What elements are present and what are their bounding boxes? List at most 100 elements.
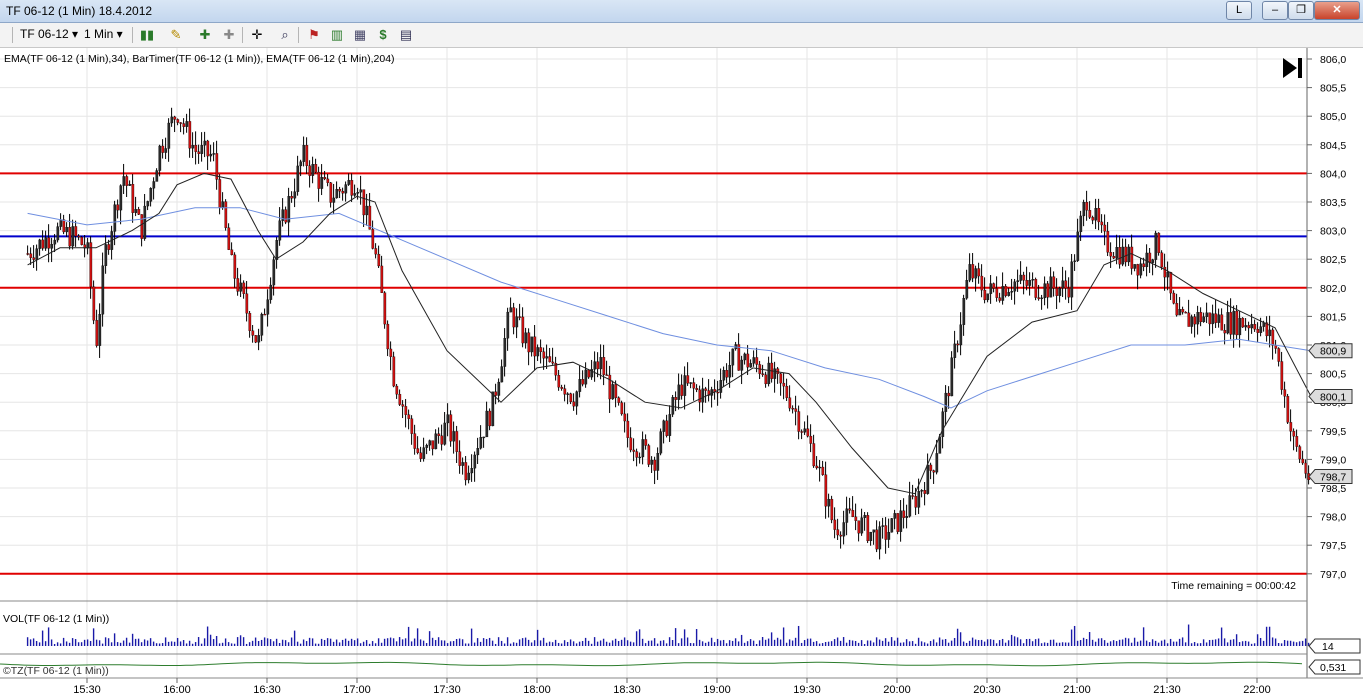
price-tick-label: 802,0 bbox=[1320, 283, 1346, 295]
candle-body bbox=[1184, 311, 1188, 314]
candle-body bbox=[326, 178, 330, 183]
candle-body bbox=[1274, 345, 1278, 349]
candle-body bbox=[626, 420, 630, 438]
candle-body bbox=[938, 436, 942, 454]
candle-body bbox=[773, 368, 777, 379]
candle-body bbox=[728, 365, 732, 378]
candle-body bbox=[296, 165, 300, 192]
candle-body bbox=[47, 237, 51, 249]
candle-body bbox=[791, 407, 795, 410]
candle-body bbox=[251, 330, 255, 336]
candle-body bbox=[59, 219, 63, 227]
crosshair-icon[interactable]: ✛ bbox=[248, 26, 266, 43]
candle-body bbox=[944, 392, 948, 412]
candle-body bbox=[122, 176, 126, 186]
candle-body bbox=[35, 248, 39, 260]
candle-body bbox=[842, 522, 846, 537]
bar-type-icon[interactable]: ▮▮ bbox=[138, 26, 156, 43]
candle-body bbox=[464, 462, 468, 481]
candle-body bbox=[1142, 263, 1146, 268]
close-button[interactable]: ✕ bbox=[1314, 1, 1360, 20]
minimize-button[interactable]: – bbox=[1262, 1, 1288, 20]
indicator-icon[interactable]: ▥ bbox=[328, 26, 346, 43]
candle-body bbox=[830, 498, 834, 521]
candle-body bbox=[806, 428, 810, 437]
candle-body bbox=[266, 299, 270, 315]
candle-body bbox=[206, 140, 210, 157]
toolbar-separator bbox=[242, 27, 243, 43]
candle-body bbox=[722, 370, 726, 381]
candle-body bbox=[260, 313, 264, 336]
maximize-button[interactable]: ❐ bbox=[1288, 1, 1314, 20]
candle-body bbox=[65, 227, 69, 233]
candle-body bbox=[56, 226, 60, 241]
candle-body bbox=[1292, 431, 1296, 437]
zoom-in-icon[interactable]: ✚ bbox=[196, 26, 214, 43]
candle-body bbox=[548, 356, 552, 363]
candle-body bbox=[212, 153, 216, 155]
lower-panel-marker: 0,531 bbox=[1308, 659, 1361, 675]
candle-body bbox=[1103, 224, 1107, 232]
drawing-pencil-icon[interactable]: ✎ bbox=[167, 26, 185, 43]
candle-body bbox=[1019, 274, 1023, 281]
candle-body bbox=[1169, 272, 1173, 294]
candle-body bbox=[797, 411, 801, 432]
candle-body bbox=[308, 165, 312, 176]
candle-body bbox=[698, 389, 702, 403]
candle-body bbox=[674, 397, 678, 400]
candle-body bbox=[1163, 266, 1167, 278]
candle-body bbox=[1010, 291, 1014, 293]
candle-body bbox=[422, 447, 426, 459]
candle-body bbox=[185, 121, 189, 127]
candle-body bbox=[149, 188, 153, 202]
time-tick-label: 22:00 bbox=[1243, 684, 1271, 696]
dollar-icon[interactable]: $ bbox=[374, 26, 392, 43]
candle-body bbox=[920, 490, 924, 492]
candle-body bbox=[851, 510, 855, 518]
candle-body bbox=[575, 391, 579, 407]
candle-body bbox=[794, 408, 798, 412]
candle-body bbox=[473, 454, 477, 469]
chart-area[interactable]: EMA(TF 06-12 (1 Min),34), BarTimer(TF 06… bbox=[0, 48, 1363, 700]
price-tick-label: 798,0 bbox=[1320, 512, 1346, 524]
instrument-selector[interactable]: TF 06-12 ▾ bbox=[20, 27, 78, 41]
candle-body bbox=[395, 385, 399, 395]
chart-template-icon[interactable]: ▦ bbox=[351, 26, 369, 43]
candle-body bbox=[977, 268, 981, 277]
candle-body bbox=[803, 428, 807, 433]
candle-body bbox=[884, 525, 888, 540]
candle-body bbox=[677, 384, 681, 400]
interval-selector[interactable]: 1 Min ▾ bbox=[84, 27, 123, 41]
candle-body bbox=[506, 311, 510, 339]
candle-body bbox=[1052, 276, 1056, 289]
candle-body bbox=[1175, 303, 1179, 316]
candle-body bbox=[146, 201, 150, 207]
candle-body bbox=[323, 177, 327, 180]
candle-body bbox=[77, 235, 81, 238]
candle-body bbox=[779, 373, 783, 384]
search-icon[interactable]: ⌕ bbox=[276, 26, 294, 43]
volume-marker-text: 14 bbox=[1322, 641, 1334, 653]
candle-body bbox=[992, 283, 996, 289]
candle-body bbox=[959, 324, 963, 346]
layout-button[interactable]: L bbox=[1226, 1, 1252, 20]
candle-body bbox=[695, 388, 699, 391]
candle-body bbox=[986, 293, 990, 301]
zoom-out-icon[interactable]: ✚ bbox=[220, 26, 238, 43]
candle-body bbox=[890, 518, 894, 533]
candle-body bbox=[809, 435, 813, 444]
lower-panel-label: ©TZ(TF 06-12 (1 Min)) bbox=[3, 665, 109, 677]
candle-body bbox=[725, 370, 729, 378]
candle-body bbox=[188, 121, 192, 149]
properties-icon[interactable]: ▤ bbox=[397, 26, 415, 43]
candle-body bbox=[1196, 312, 1200, 325]
candle-body bbox=[1247, 325, 1251, 329]
strategy-icon[interactable]: ⚑ bbox=[305, 26, 323, 43]
candle-body bbox=[560, 387, 564, 389]
candle-body bbox=[824, 474, 828, 507]
candle-body bbox=[605, 374, 609, 376]
price-tick-label: 801,5 bbox=[1320, 311, 1346, 323]
candle-body bbox=[821, 466, 825, 475]
candle-body bbox=[1130, 246, 1134, 269]
candle-body bbox=[557, 375, 561, 388]
